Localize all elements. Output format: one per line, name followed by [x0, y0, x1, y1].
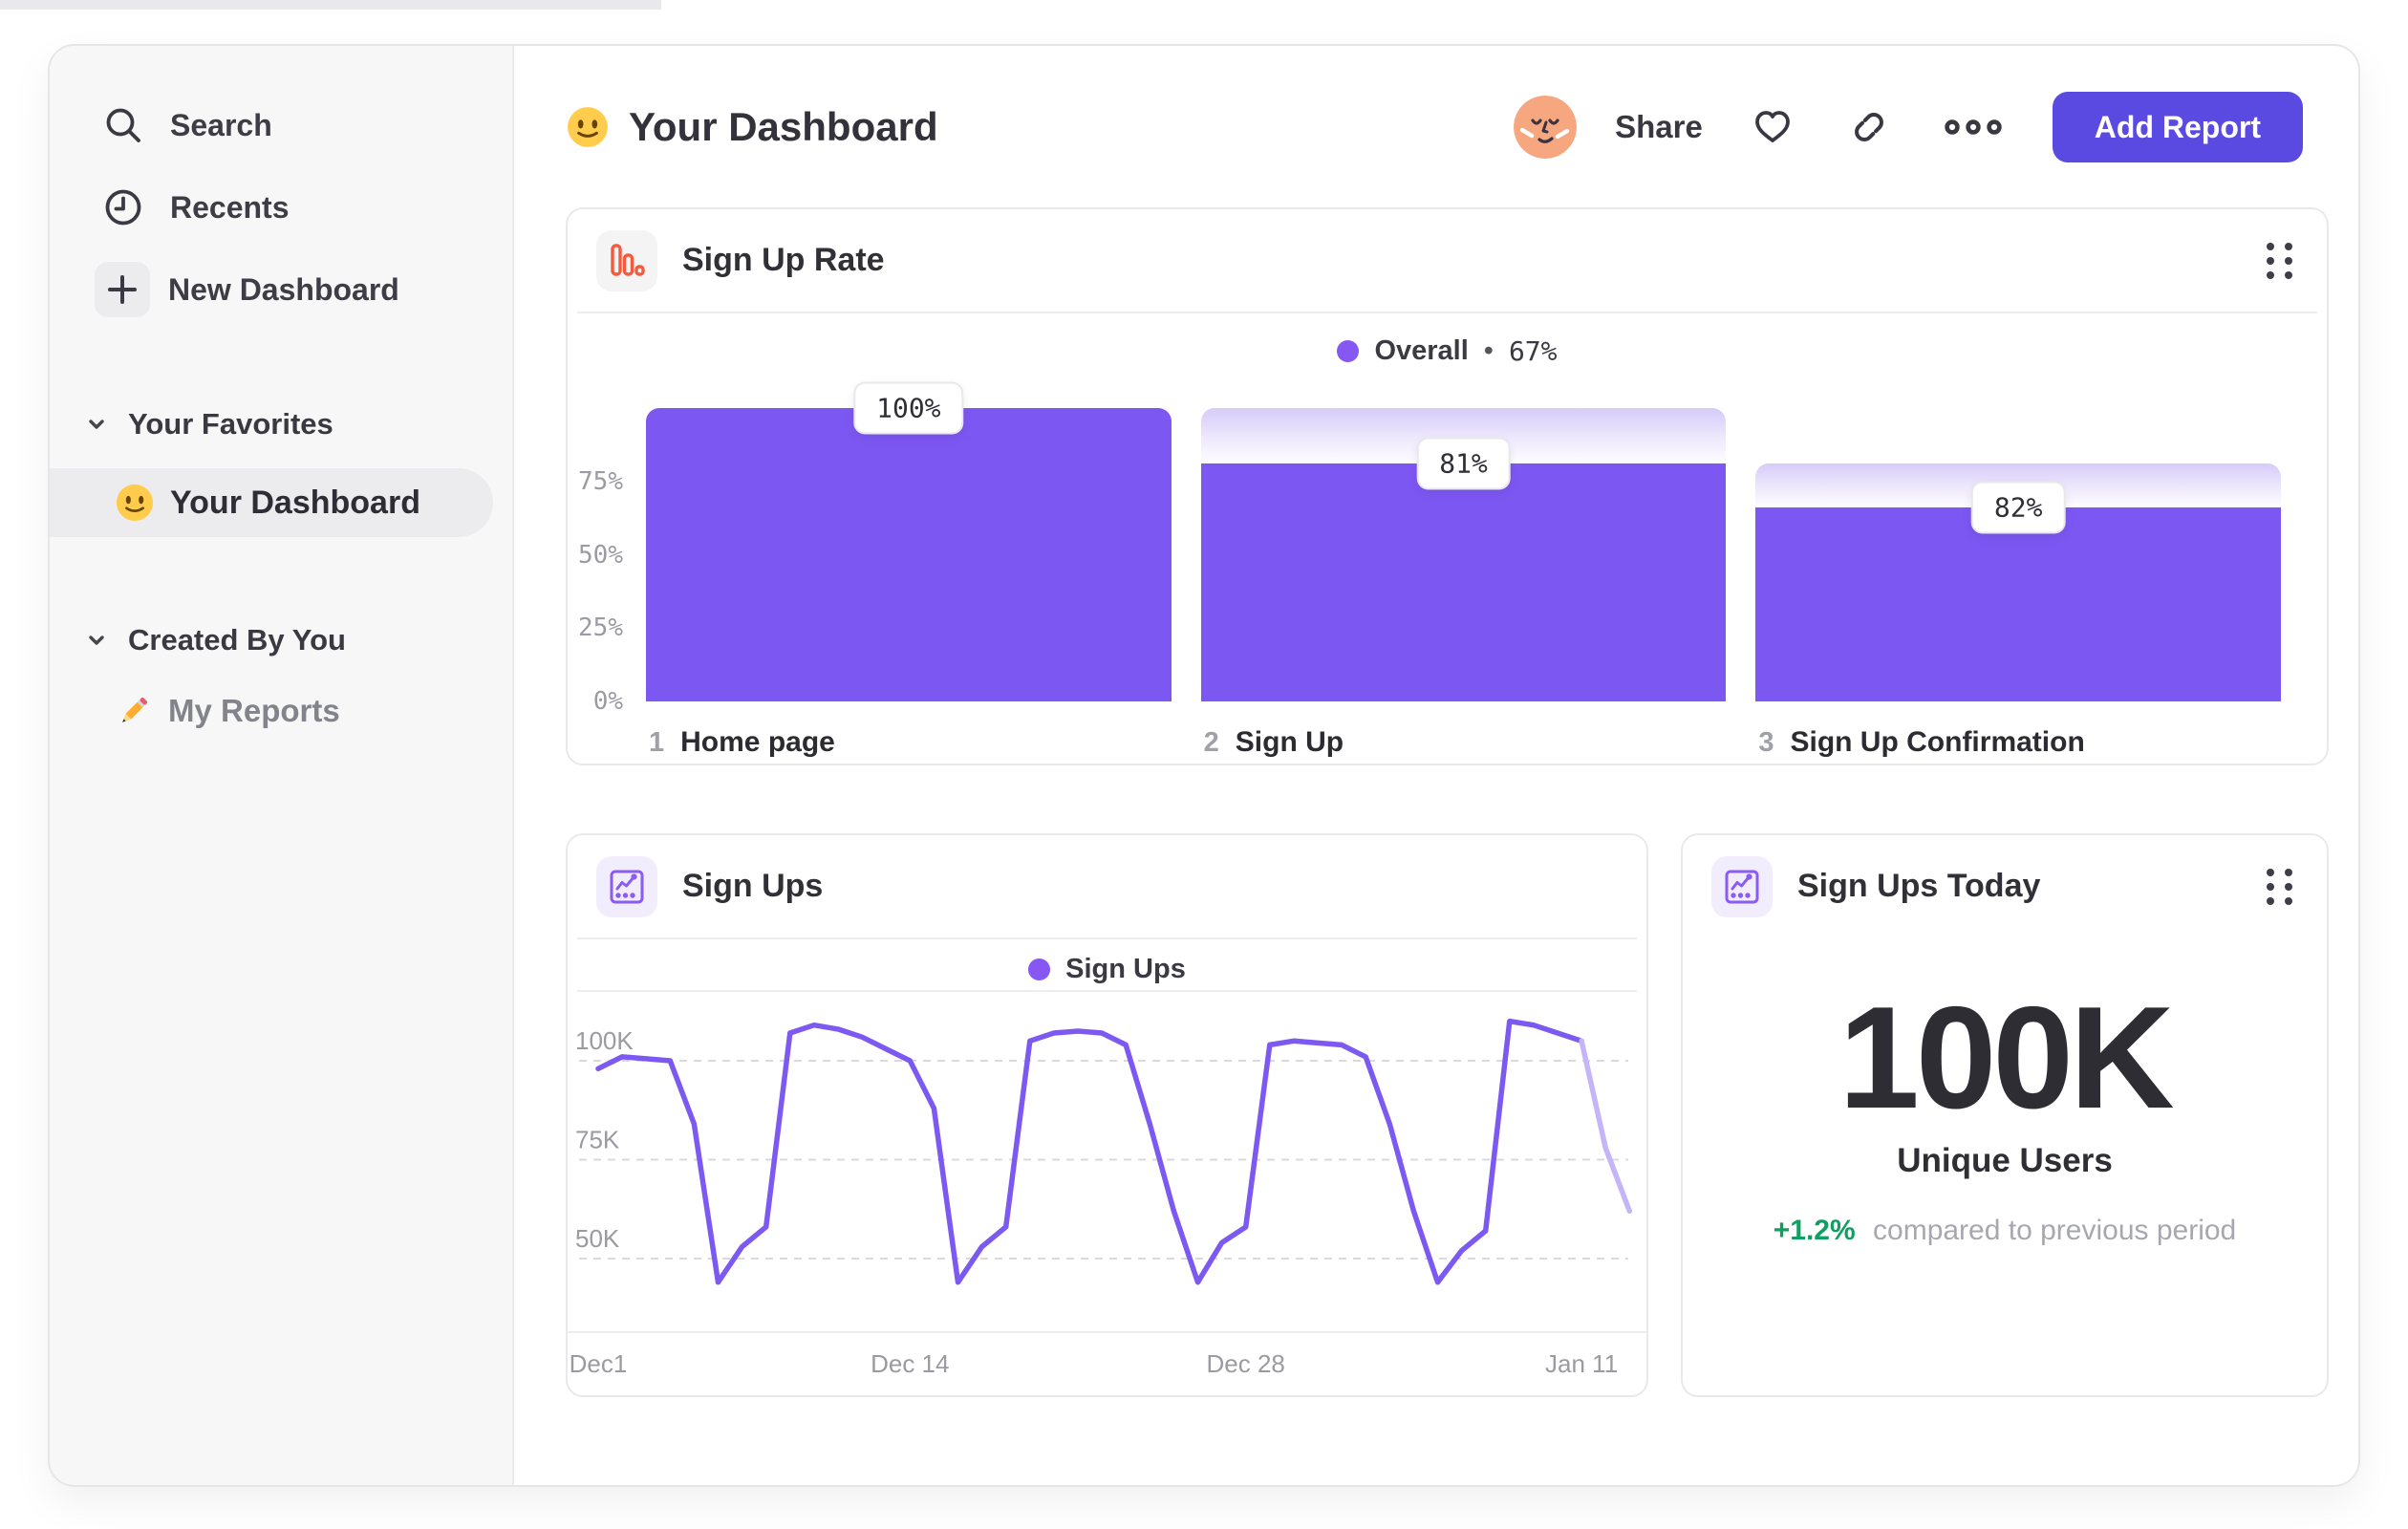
- drag-handle-icon[interactable]: [2261, 237, 2298, 285]
- funnel-plot: 75% 50% 25% 0% 100% 1 Home page 81% 2 Sign Up 82% 3…: [568, 381, 2327, 758]
- funnel-ytick-label: 0%: [592, 687, 623, 716]
- legend-dot: [1337, 339, 1360, 362]
- legend-separator: •: [1483, 334, 1494, 366]
- big-number-value: 100K: [1838, 977, 2174, 1139]
- line-ytick-label: 75K: [575, 1126, 620, 1154]
- sign-up-rate-card: Sign Up Rate Overall • 67% 75% 50% 25% 0% 10…: [566, 207, 2329, 765]
- delta-note: compared to previous period: [1873, 1215, 2237, 1247]
- sidebar-item-search[interactable]: Search: [50, 84, 512, 166]
- card-title: Sign Up Rate: [682, 242, 885, 278]
- section-label: Your Favorites: [128, 407, 333, 441]
- divider: [577, 937, 1637, 939]
- funnel-ytick-label: 75%: [578, 466, 623, 496]
- sidebar-item-label: Your Dashboard: [170, 484, 420, 521]
- chevron-down-icon: [84, 412, 109, 437]
- card-title: Sign Ups Today: [1797, 868, 2041, 904]
- funnel-bar[interactable]: [1755, 507, 2281, 701]
- sidebar-item-my-reports[interactable]: My Reports: [50, 677, 512, 745]
- share-button[interactable]: Share: [1615, 109, 1703, 145]
- divider: [577, 312, 2317, 313]
- line-ytick-label: 100K: [575, 1026, 634, 1055]
- line-xtick-label: Jan 11: [1545, 1349, 1618, 1378]
- line-chart-plot: 100K 75K 50K Dec1 Dec 14 Dec 28 Jan 11: [568, 1018, 1646, 1378]
- favorites-section-header[interactable]: Your Favorites: [50, 401, 512, 447]
- legend-overall-value: 67%: [1508, 334, 1558, 367]
- sidebar-item-label: New Dashboard: [168, 271, 399, 307]
- line-xtick-label: Dec1: [570, 1349, 628, 1378]
- header-toolbar: Share Add Report: [1514, 92, 2303, 162]
- sidebar: Search Recents New Dashboard Your Favori…: [50, 46, 514, 1485]
- created-section-header[interactable]: Created By You: [50, 617, 512, 663]
- funnel-bar[interactable]: [1200, 463, 1727, 701]
- page-title-wrap: Your Dashboard: [566, 104, 938, 150]
- copy-link-button[interactable]: [1848, 106, 1890, 148]
- sidebar-item-your-dashboard[interactable]: Your Dashboard: [50, 468, 493, 537]
- funnel-step-label: 3 Sign Up Confirmation: [1758, 726, 2085, 758]
- line-ytick-label: 50K: [575, 1224, 620, 1253]
- heart-icon: [1752, 108, 1793, 146]
- more-options-button[interactable]: [1944, 116, 2003, 139]
- section-label: Created By You: [128, 623, 346, 657]
- funnel-ytick-label: 50%: [578, 540, 623, 570]
- line-series[interactable]: [595, 1018, 1584, 1285]
- line-chart-icon: [596, 855, 657, 917]
- delta-value: +1.2%: [1773, 1215, 1856, 1247]
- line-xtick-label: Dec 14: [871, 1349, 949, 1378]
- favorite-heart-button[interactable]: [1752, 108, 1793, 146]
- main-content: Your Dashboard Share Add Report Sign Up …: [514, 46, 2358, 1485]
- card-header: Sign Ups: [568, 835, 1646, 937]
- card-header: Sign Ups Today: [1683, 835, 2327, 937]
- link-icon: [1848, 106, 1890, 148]
- funnel-bar[interactable]: [646, 408, 1172, 701]
- funnel-value-chip: 81%: [1416, 437, 1511, 490]
- sidebar-section-favorites: Your Favorites Your Dashboard: [50, 401, 512, 537]
- page-header: Your Dashboard Share Add Report: [514, 46, 2358, 208]
- search-icon: [101, 103, 145, 147]
- line-chart-icon: [1711, 855, 1773, 917]
- sign-ups-card: Sign Ups Sign Ups 100K 75K 50K Dec1 Dec 14 De…: [566, 833, 1648, 1397]
- card-title: Sign Ups: [682, 868, 824, 904]
- line-series-incomplete: [1579, 1038, 1633, 1215]
- legend-series-name: Sign Ups: [1065, 953, 1186, 984]
- page-title: Your Dashboard: [629, 104, 938, 149]
- ellipsis-icon: [1944, 116, 2003, 139]
- funnel-value-chip: 100%: [853, 381, 964, 435]
- clock-icon: [101, 185, 145, 229]
- bar-chart-icon: [596, 229, 657, 291]
- sidebar-item-label: Recents: [170, 189, 290, 225]
- delta-row: +1.2% compared to previous period: [1683, 1215, 2327, 1247]
- add-report-button[interactable]: Add Report: [2052, 92, 2303, 162]
- smiley-emoji: [566, 105, 610, 149]
- sidebar-section-created-by-you: Created By You My Reports: [50, 617, 512, 745]
- funnel-step-label: 2 Sign Up: [1203, 726, 1344, 758]
- line-legend[interactable]: Sign Ups: [568, 950, 1646, 988]
- sidebar-item-recents[interactable]: Recents: [50, 166, 512, 248]
- line-xtick-label: Dec 28: [1207, 1349, 1285, 1378]
- big-number-label: Unique Users: [1897, 1142, 2113, 1180]
- funnel-value-chip: 82%: [1970, 481, 2066, 534]
- big-number-body: 100K Unique Users +1.2% compared to prev…: [1683, 977, 2327, 1247]
- sidebar-item-new-dashboard[interactable]: New Dashboard: [50, 248, 512, 331]
- legend-dot: [1028, 958, 1051, 980]
- pencil-emoji: [115, 692, 153, 730]
- funnel-step-label: 1 Home page: [649, 726, 835, 758]
- sidebar-item-label: My Reports: [168, 693, 340, 728]
- plus-icon: [95, 262, 150, 317]
- funnel-legend[interactable]: Overall • 67%: [568, 332, 2327, 370]
- background-window-edge: [0, 0, 661, 10]
- chevron-down-icon: [84, 628, 109, 653]
- drag-handle-icon[interactable]: [2261, 863, 2298, 911]
- avatar[interactable]: [1514, 96, 1578, 159]
- sidebar-item-label: Search: [170, 107, 272, 142]
- app-window: Search Recents New Dashboard Your Favori…: [48, 44, 2360, 1487]
- card-header: Sign Up Rate: [568, 209, 2327, 312]
- sign-ups-today-card: Sign Ups Today 100K Unique Users +1.2% c…: [1681, 833, 2329, 1397]
- smiley-emoji: [115, 483, 155, 523]
- funnel-ytick-label: 25%: [578, 614, 623, 643]
- legend-series-name: Overall: [1374, 334, 1469, 366]
- divider: [577, 990, 1637, 992]
